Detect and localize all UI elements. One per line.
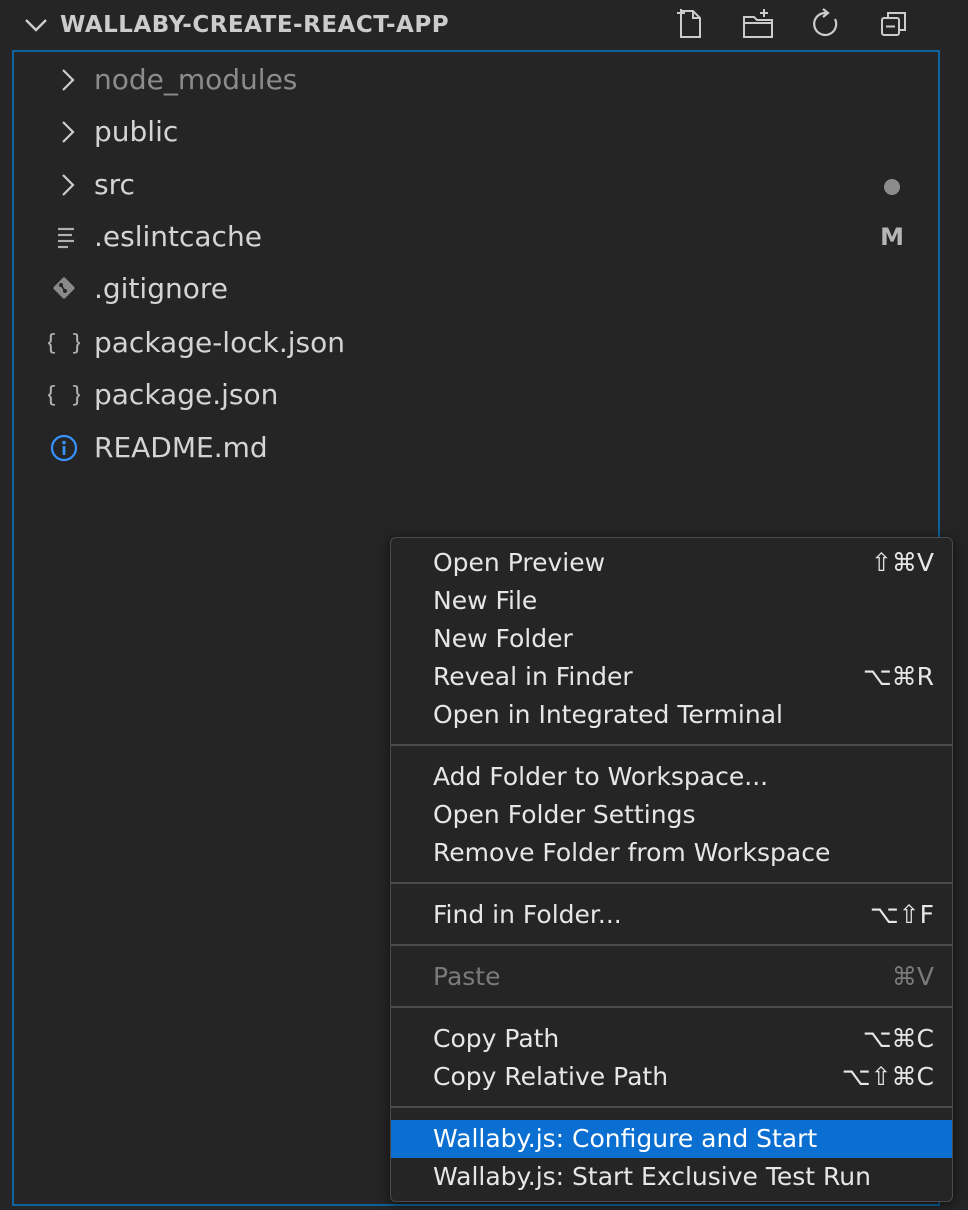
menu-item-shortcut: ⌥⇧⌘C [841,1062,934,1091]
menu-item-label: Open in Integrated Terminal [433,700,783,729]
tree-item-label: src [94,168,135,201]
svg-text:{ }: { } [48,383,80,408]
explorer-actions [656,6,928,42]
tree-item-label: package-lock.json [94,326,345,359]
workspace-folder-title: WALLABY-CREATE-REACT-APP [60,12,450,38]
tree-item-src[interactable]: src [14,159,938,211]
menu-item-label: Open Folder Settings [433,800,696,829]
menu-item-wallaby-start-exclusive-test-run[interactable]: Wallaby.js: Start Exclusive Test Run [391,1158,952,1196]
menu-item-label: Find in Folder... [433,900,622,929]
menu-item-label: Paste [433,962,501,991]
context-menu[interactable]: Open Preview ⇧⌘V New File New Folder Rev… [390,537,953,1202]
menu-separator [391,1006,952,1008]
menu-item-shortcut: ⌥⇧F [869,900,934,929]
menu-separator [391,882,952,884]
tree-item-gitignore[interactable]: .gitignore [14,263,938,315]
menu-item-copy-relative-path[interactable]: Copy Relative Path ⌥⇧⌘C [391,1058,952,1096]
menu-item-copy-path[interactable]: Copy Path ⌥⌘C [391,1020,952,1058]
menu-item-reveal-in-finder[interactable]: Reveal in Finder ⌥⌘R [391,658,952,696]
menu-item-add-folder-to-workspace[interactable]: Add Folder to Workspace... [391,758,952,796]
file-lines-icon [58,227,74,249]
menu-item-label: Add Folder to Workspace... [433,762,769,791]
explorer-view: WALLABY-CREATE-REACT-APP node_modules pu… [0,0,968,1210]
menu-item-new-folder[interactable]: New Folder [391,620,952,658]
menu-item-paste: Paste ⌘V [391,958,952,996]
menu-item-shortcut: ⌥⌘C [862,1024,934,1053]
menu-item-label: Wallaby.js: Configure and Start [433,1124,818,1153]
menu-item-label: Remove Folder from Workspace [433,838,831,867]
tree-item-label: .gitignore [94,272,228,305]
menu-item-open-folder-settings[interactable]: Open Folder Settings [391,796,952,834]
git-icon [53,277,75,299]
tree-item-label: .eslintcache [94,220,262,253]
tree-item-label: node_modules [94,63,298,96]
chevron-right-icon[interactable] [58,172,78,198]
json-braces-icon: { } [48,331,80,356]
chevron-down-icon[interactable] [22,11,50,39]
git-status-badge: M [880,223,904,251]
json-braces-icon: { } [48,383,80,408]
menu-item-shortcut: ⌘V [891,962,934,991]
menu-item-shortcut: ⇧⌘V [870,548,934,577]
menu-item-label: Copy Path [433,1024,560,1053]
info-icon [50,434,78,462]
menu-item-new-file[interactable]: New File [391,582,952,620]
modified-dot-icon [884,179,900,195]
menu-item-find-in-folder[interactable]: Find in Folder... ⌥⇧F [391,896,952,934]
menu-item-label: Wallaby.js: Start Exclusive Test Run [433,1162,871,1191]
menu-item-open-in-integrated-terminal[interactable]: Open in Integrated Terminal [391,696,952,734]
svg-text:{ }: { } [48,331,80,356]
refresh-icon[interactable] [792,6,860,42]
tree-item-label: README.md [94,431,268,464]
menu-item-label: Copy Relative Path [433,1062,669,1091]
new-file-icon[interactable] [656,6,724,42]
menu-item-remove-folder-from-workspace[interactable]: Remove Folder from Workspace [391,834,952,872]
chevron-right-icon[interactable] [58,119,78,145]
menu-item-label: Open Preview [433,548,606,577]
tree-item-package-json[interactable]: { } package.json [14,369,938,421]
new-folder-icon[interactable] [724,6,792,42]
menu-separator [391,1106,952,1108]
tree-item-readme-md[interactable]: README.md [14,422,938,474]
menu-item-wallaby-configure-and-start[interactable]: Wallaby.js: Configure and Start [391,1120,952,1158]
tree-item-package-lock-json[interactable]: { } package-lock.json [14,317,938,369]
tree-item-node-modules[interactable]: node_modules [14,54,938,106]
tree-item-public[interactable]: public [14,106,938,158]
tree-item-eslintcache[interactable]: .eslintcache M [14,211,938,263]
tree-item-label: public [94,115,179,148]
menu-item-shortcut: ⌥⌘R [862,662,934,691]
chevron-right-icon[interactable] [58,67,78,93]
menu-item-label: New Folder [433,624,573,653]
menu-item-label: Reveal in Finder [433,662,633,691]
menu-separator [391,744,952,746]
explorer-header[interactable]: WALLABY-CREATE-REACT-APP [0,0,968,50]
menu-item-label: New File [433,586,538,615]
tree-item-label: package.json [94,378,279,411]
menu-item-open-preview[interactable]: Open Preview ⇧⌘V [391,544,952,582]
collapse-all-icon[interactable] [860,6,928,42]
menu-separator [391,944,952,946]
